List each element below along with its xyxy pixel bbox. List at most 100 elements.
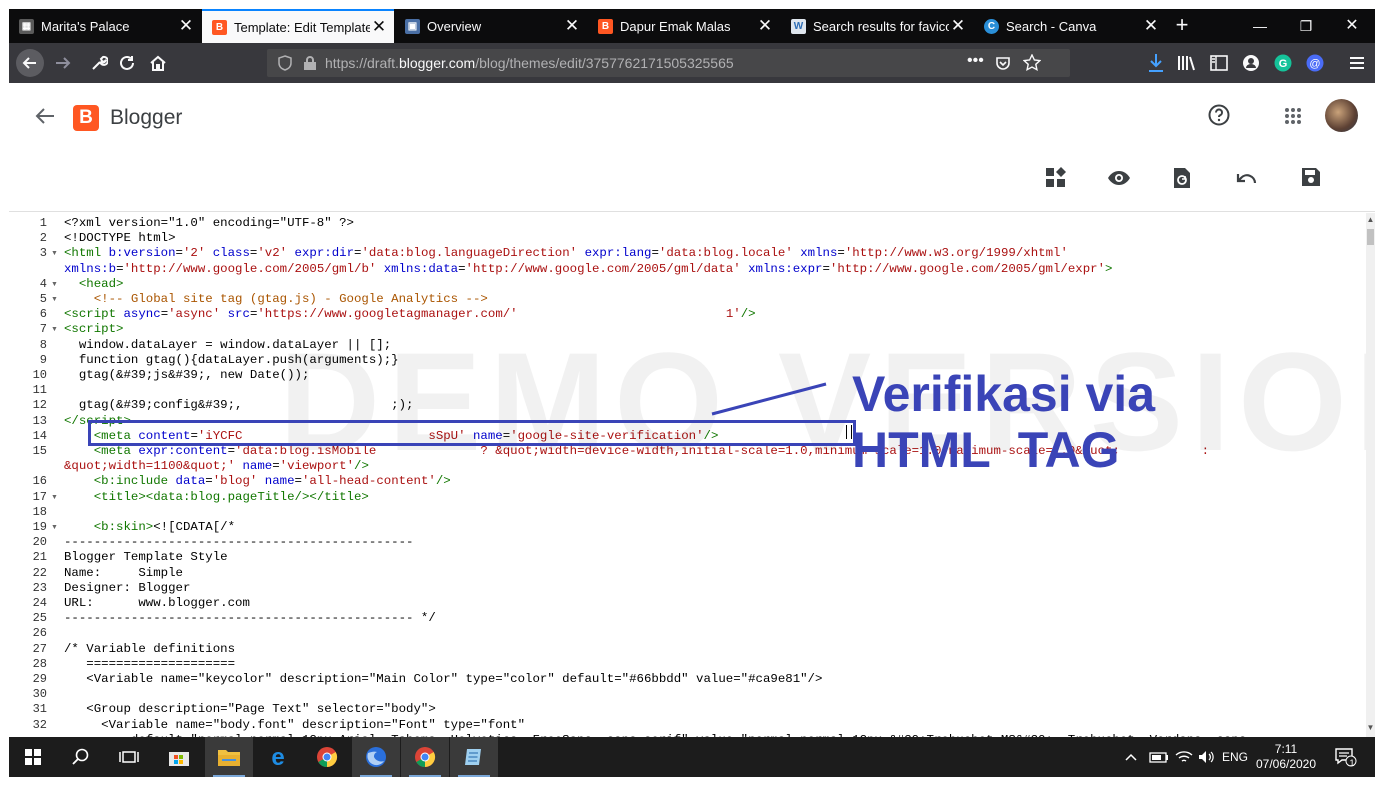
- firefox-icon: [366, 747, 386, 767]
- tab-template-edit[interactable]: B Template: Edit Template ✕: [202, 9, 394, 43]
- help-icon[interactable]: [1208, 104, 1230, 126]
- tab-maritas-palace[interactable]: ▦ Marita's Palace ✕: [9, 9, 201, 43]
- shield-icon[interactable]: [277, 55, 293, 71]
- lock-icon[interactable]: [303, 55, 317, 71]
- close-tab-icon[interactable]: ✕: [1142, 16, 1160, 36]
- code-line: <Variable name="body.font" description="…: [64, 717, 526, 732]
- restore-file-icon[interactable]: [1173, 167, 1191, 189]
- chevron-up-icon: [1125, 753, 1137, 761]
- wifi-status[interactable]: [1175, 737, 1193, 777]
- maximize-button[interactable]: ❐: [1283, 9, 1329, 43]
- tab-bar: ▦ Marita's Palace ✕ B Template: Edit Tem…: [9, 9, 1375, 43]
- close-tab-icon[interactable]: ✕: [177, 16, 195, 36]
- line-number: 28: [32, 656, 47, 671]
- volume-control[interactable]: [1198, 737, 1216, 777]
- vertical-scrollbar[interactable]: ▲ ▼: [1366, 213, 1375, 737]
- sidebar-button[interactable]: [1207, 43, 1231, 83]
- forward-button[interactable]: [51, 43, 75, 83]
- user-avatar[interactable]: [1325, 99, 1358, 132]
- tab-title: Overview: [427, 18, 482, 34]
- url-bar[interactable]: https://draft.blogger.com/blog/themes/ed…: [267, 49, 1070, 77]
- battery-status[interactable]: [1149, 737, 1169, 777]
- fold-toggle-icon[interactable]: ▼: [51, 246, 58, 261]
- code-line: <?xml version="1.0" encoding="UTF-8" ?>: [64, 216, 354, 230]
- close-window-button[interactable]: ✕: [1329, 9, 1375, 43]
- fold-toggle-icon[interactable]: ▼: [51, 322, 58, 337]
- reload-button[interactable]: [115, 43, 139, 83]
- tab-canva[interactable]: C Search - Canva ✕: [974, 9, 1166, 43]
- notepad-app[interactable]: [450, 737, 498, 777]
- close-tab-icon[interactable]: ✕: [756, 16, 774, 36]
- blogger-brand-title: Blogger: [110, 106, 183, 129]
- back-arrow-icon[interactable]: [34, 106, 56, 126]
- minimize-button[interactable]: —: [1237, 9, 1283, 43]
- blogger-header: B Blogger: [9, 83, 1375, 148]
- screen: ▦ Marita's Palace ✕ B Template: Edit Tem…: [0, 0, 1383, 785]
- tab-dapur-emak-malas[interactable]: B Dapur Emak Malas ✕: [588, 9, 780, 43]
- downloads-button[interactable]: [1145, 43, 1167, 83]
- tab-search-favicon[interactable]: W Search results for favicon ✕: [781, 9, 973, 43]
- line-number: 8: [39, 337, 47, 352]
- fold-toggle-icon[interactable]: ▼: [51, 277, 58, 292]
- input-language[interactable]: ENG: [1222, 737, 1248, 777]
- new-tab-button[interactable]: +: [1169, 9, 1195, 43]
- line-number: 30: [32, 687, 47, 702]
- line-number: 25: [32, 611, 47, 626]
- code-line: gtag(&#39;js&#39;, new Date());: [64, 368, 310, 382]
- line-number: 24: [32, 596, 47, 610]
- code-editor[interactable]: 1 2 3 ▼ 4 ▼ 5 ▼ 6 7 ▼ 8 9 10 11 12 13 14 15 16 17 ▼ 18 19 ▼ 20 21 2…: [9, 213, 1375, 737]
- reload-icon: [120, 55, 134, 70]
- line-number: 2: [39, 231, 47, 246]
- grammarly-extension[interactable]: G: [1271, 43, 1295, 83]
- wrench-button[interactable]: [87, 43, 111, 83]
- line-number: 6: [39, 307, 47, 322]
- tab-title: Search results for favicon: [813, 18, 949, 34]
- text-cursor-icon: [846, 425, 852, 439]
- edge-app[interactable]: e: [254, 737, 302, 777]
- search-button[interactable]: [57, 737, 105, 777]
- save-icon[interactable]: [1301, 167, 1321, 187]
- bookmark-star-icon[interactable]: [1023, 54, 1041, 72]
- back-button[interactable]: [15, 43, 45, 83]
- scroll-down-icon[interactable]: ▼: [1366, 724, 1375, 732]
- library-button[interactable]: [1175, 43, 1199, 83]
- preview-eye-icon[interactable]: [1107, 170, 1131, 186]
- page-actions-button[interactable]: •••: [967, 52, 984, 70]
- wordpress-favicon-icon: W: [791, 18, 806, 34]
- close-tab-icon[interactable]: ✕: [563, 16, 581, 36]
- tab-overview[interactable]: ▣ Overview ✕: [395, 9, 587, 43]
- fold-toggle-icon[interactable]: ▼: [51, 490, 58, 505]
- undo-icon[interactable]: [1235, 169, 1257, 185]
- code-line: ----------------------------------------…: [64, 611, 436, 626]
- show-hidden-icons-button[interactable]: [1125, 737, 1137, 777]
- fold-toggle-icon[interactable]: ▼: [51, 520, 58, 535]
- line-number: 32: [32, 717, 47, 732]
- microsoft-store-app[interactable]: [155, 737, 203, 777]
- close-tab-icon[interactable]: ✕: [949, 16, 967, 36]
- chrome-app-2[interactable]: [401, 737, 449, 777]
- chrome-app[interactable]: [303, 737, 351, 777]
- extension-button[interactable]: @: [1303, 43, 1327, 83]
- close-tab-icon[interactable]: ✕: [370, 17, 388, 37]
- action-center-button[interactable]: 1: [1335, 737, 1357, 777]
- file-explorer-app[interactable]: [205, 737, 253, 777]
- code-line: <script async='async' src='https://www.g…: [64, 307, 756, 322]
- library-icon: [1178, 56, 1195, 71]
- task-view-button[interactable]: [105, 737, 153, 777]
- account-button[interactable]: [1239, 43, 1263, 83]
- pocket-icon[interactable]: [995, 55, 1011, 71]
- scroll-up-icon[interactable]: ▲: [1366, 216, 1375, 224]
- apps-grid-icon[interactable]: [1284, 107, 1302, 125]
- firefox-app[interactable]: [352, 737, 400, 777]
- menu-button[interactable]: [1345, 43, 1369, 83]
- annotation-line-1: Verifikasi via: [852, 366, 1156, 422]
- widgets-icon[interactable]: [1045, 167, 1067, 189]
- scrollbar-thumb[interactable]: [1367, 229, 1374, 245]
- code-line: ----------------------------------------…: [64, 535, 414, 550]
- tab-title: Search - Canva: [1006, 18, 1097, 34]
- start-button[interactable]: [9, 737, 57, 777]
- line-number: 14: [32, 428, 47, 443]
- home-button[interactable]: [146, 43, 170, 83]
- fold-toggle-icon[interactable]: ▼: [51, 292, 58, 307]
- clock[interactable]: 7:11 07/06/2020: [1253, 737, 1319, 777]
